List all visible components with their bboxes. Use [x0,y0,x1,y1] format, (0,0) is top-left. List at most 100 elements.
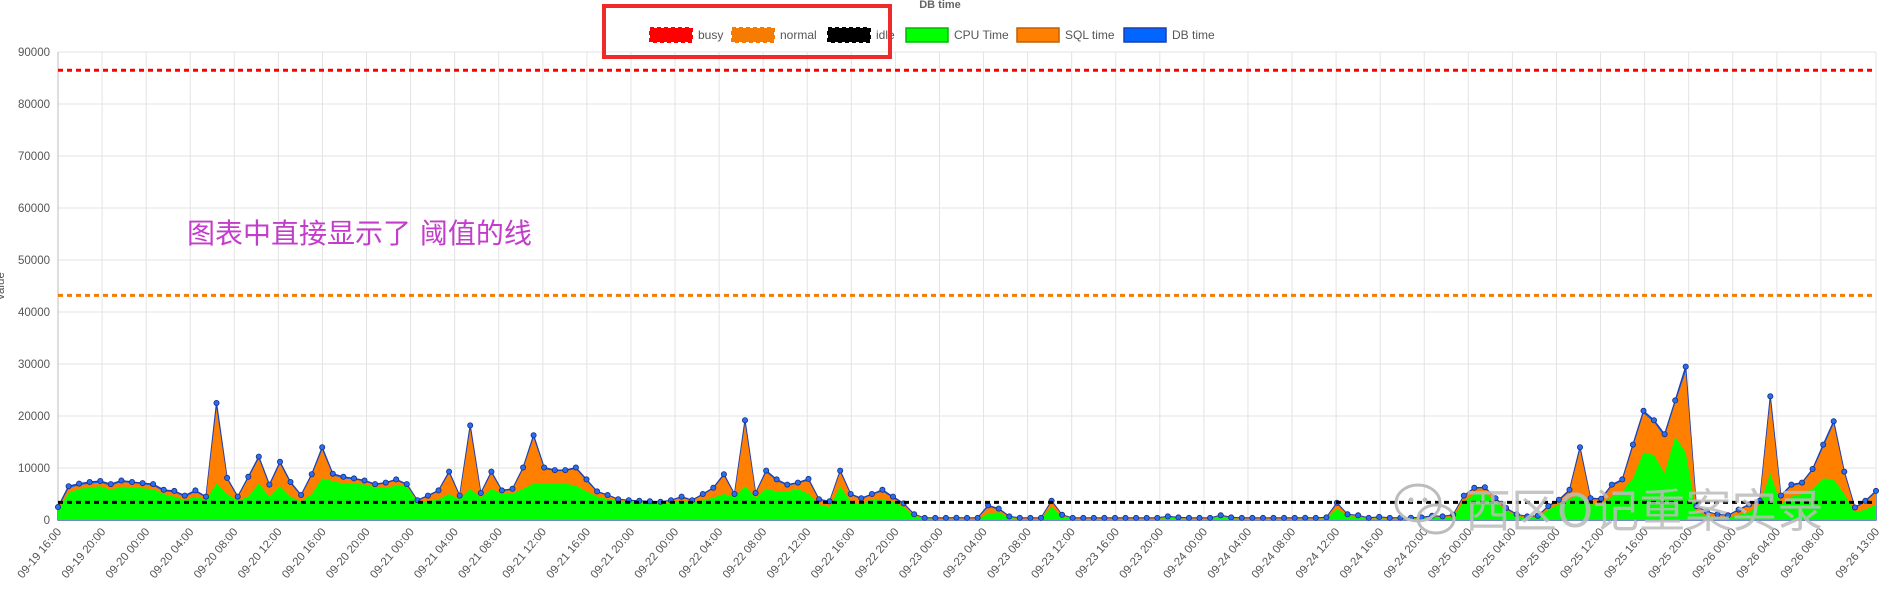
db-time-point [1640,407,1647,414]
db-time-point [1651,417,1658,424]
db-time-point [319,444,326,451]
legend-label-idle: idle [876,28,895,42]
db-time-point [150,481,157,488]
db-time-point [266,481,273,488]
chart-title: DB time [919,0,961,11]
db-time-point [1820,441,1827,448]
db-time-point [234,493,241,500]
db-time-point [1767,393,1774,400]
db-time-point [1365,514,1372,521]
db-time-point [1186,514,1193,521]
db-time-point [1069,514,1076,521]
x-tick-label: 09-21 08:00 [456,526,505,581]
db-time-point [361,477,368,484]
db-time-point [1112,514,1119,521]
db-time-point [837,467,844,474]
db-time-point [1228,514,1235,521]
legend-swatch-normal [731,27,775,43]
db-time-point [794,479,801,486]
x-tick-label: 09-20 00:00 [104,526,153,581]
x-tick-label: 09-20 12:00 [236,526,285,581]
db-time-point [1873,487,1880,494]
db-time-point [1439,513,1446,520]
db-time-point [424,492,431,499]
db-time-point [1133,514,1140,521]
db-time-point [498,487,505,494]
db-time-point [911,511,918,518]
x-tick-label: 09-21 20:00 [589,526,638,581]
db-time-point [1006,513,1013,520]
db-time-point [1196,514,1203,521]
db-time-point [97,477,104,484]
db-time-point [1302,514,1309,521]
db-time-point [1143,514,1150,521]
threshold-lines [58,68,1876,504]
x-tick-label: 09-19 20:00 [60,526,109,581]
x-tick-label: 09-23 04:00 [941,526,990,581]
db-time-point [446,468,453,475]
db-time-point [953,514,960,521]
x-tick-label: 09-23 00:00 [897,526,946,581]
db-time-point [372,481,379,488]
db-time-point [1164,513,1171,520]
x-tick-label: 09-23 20:00 [1117,526,1166,581]
x-tick-label: 09-22 12:00 [765,526,814,581]
db-time-point [541,464,548,471]
db-time-point [1217,512,1224,519]
db-time-point [1249,514,1256,521]
db-time-point [805,475,812,482]
x-tick-label: 09-22 00:00 [633,526,682,581]
legend-swatch-cpu-time [905,27,949,43]
x-tick-label: 09-19 16:00 [16,526,65,581]
db-time-point [731,490,738,497]
db-time-point [1016,514,1023,521]
y-tick-label: 80000 [18,99,50,111]
db-time-point [1260,514,1267,521]
db-time-chart: DB time 0 10000 20000 30000 40000 50000 60000 7… [0,0,1883,581]
db-time-point [784,481,791,488]
x-tick-label: 09-26 13:00 [1834,526,1883,581]
x-tick-label: 09-21 00:00 [368,526,417,581]
legend-swatch-db-time [1123,27,1167,43]
db-time-point [1629,441,1636,448]
wechat-icon [1394,483,1456,535]
db-time-point [604,491,611,498]
db-time-point [932,514,939,521]
db-time-point [1154,514,1161,521]
db-time-point [55,503,62,510]
db-time-point [942,514,949,521]
x-tick-label: 09-22 20:00 [853,526,902,581]
db-time-point [467,422,474,429]
y-tick-label: 0 [44,515,50,527]
db-time-point [86,478,93,485]
x-tick-label: 09-21 04:00 [412,526,461,581]
db-time-point [308,471,315,478]
db-time-point [572,464,579,471]
threshold-annotation: 图表中直接显示了 阈值的线 [187,217,532,250]
db-time-point [720,471,727,478]
db-time-point [287,478,294,485]
db-time-point [393,476,400,483]
db-time-point [139,480,146,487]
db-time-point [224,474,231,481]
db-time-point [530,432,537,439]
legend-label-normal: normal [780,28,817,42]
db-time-point [171,487,178,494]
x-tick-label: 09-21 16:00 [545,526,594,581]
db-time-point [128,478,135,485]
db-time-point [1355,512,1362,519]
db-time-point [1851,504,1858,511]
legend-swatch-idle [827,27,871,43]
y-axis-label: value [0,272,7,300]
db-time-point [340,473,347,480]
db-time-point [403,481,410,488]
db-time-point [329,470,336,477]
x-tick-label: 09-22 16:00 [809,526,858,581]
db-time-point [456,492,463,499]
legend-swatch-sql-time [1016,27,1060,43]
y-tick-label: 50000 [18,255,50,267]
db-time-point [520,464,527,471]
x-tick-label: 09-21 12:00 [500,526,549,581]
db-time-point [1090,514,1097,521]
x-tick-label: 09-20 16:00 [280,526,329,581]
